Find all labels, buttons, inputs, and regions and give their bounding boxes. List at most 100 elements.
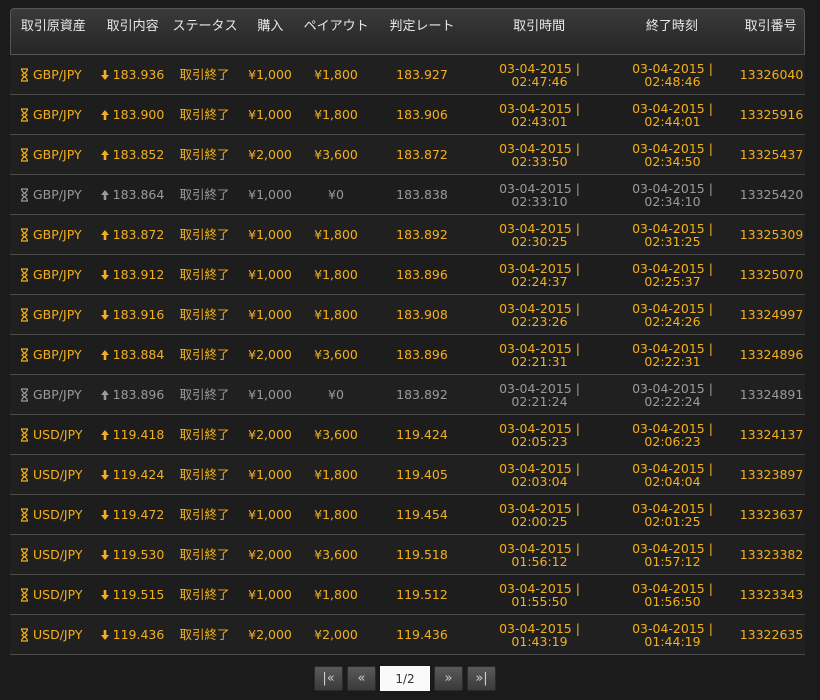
trade-rate: 183.900 (112, 107, 165, 122)
buy-cell: ¥1,000 (248, 227, 292, 242)
table-row[interactable]: GBP/JPY 183.864 取引終了 ¥1,000 ¥0 183.838 03-04-2… (10, 175, 805, 215)
first-page-button[interactable]: |« (314, 666, 343, 691)
trade-rate: 183.852 (112, 147, 165, 162)
asset-cell: USD/JPY (10, 455, 95, 494)
trade-time-cell: 03-04-2015 | 02:33:10 (472, 175, 607, 214)
table-row[interactable]: GBP/JPY 183.896 取引終了 ¥1,000 ¥0 183.892 03-04-2… (10, 375, 805, 415)
table-row[interactable]: GBP/JPY 183.936 取引終了 ¥1,000 ¥1,800 183.927 03-… (10, 55, 805, 95)
table-row[interactable]: GBP/JPY 183.884 取引終了 ¥2,000 ¥3,600 183.896 03-… (10, 335, 805, 375)
status-cell: 取引終了 (179, 267, 230, 282)
header-payout: ペイアウト (303, 19, 369, 34)
end-date: 03-04-2015 | (632, 300, 713, 316)
next-page-button[interactable]: » (434, 666, 463, 691)
prev-page-icon: « (357, 671, 366, 686)
trade-time-cell: 03-04-2015 | 02:23:26 (472, 295, 607, 334)
end-time-cell: 03-04-2015 | 02:34:50 (607, 135, 738, 174)
trade-date: 03-04-2015 | (499, 540, 580, 556)
trade-time-cell: 03-04-2015 | 02:03:04 (472, 455, 607, 494)
hourglass-icon (20, 107, 29, 122)
trade-date: 03-04-2015 | (499, 260, 580, 276)
hourglass-icon (20, 307, 29, 322)
table-row[interactable]: USD/JPY 119.424 取引終了 ¥1,000 ¥1,800 119.405 03-… (10, 455, 805, 495)
trade-date: 03-04-2015 | (499, 500, 580, 516)
prev-page-button[interactable]: « (347, 666, 376, 691)
status-cell: 取引終了 (179, 507, 230, 522)
end-clock: 02:22:31 (644, 353, 701, 369)
table-row[interactable]: GBP/JPY 183.916 取引終了 ¥1,000 ¥1,800 183.908 03-… (10, 295, 805, 335)
status-cell: 取引終了 (179, 547, 230, 562)
judge-rate-cell: 119.454 (396, 507, 448, 522)
table-row[interactable]: USD/JPY 119.530 取引終了 ¥2,000 ¥3,600 119.518 03-… (10, 535, 805, 575)
next-page-icon: » (444, 671, 453, 686)
asset-name: GBP/JPY (33, 107, 82, 122)
hourglass-icon (20, 427, 29, 442)
page-indicator: 1/2 (380, 666, 430, 691)
trade-time-cell: 03-04-2015 | 02:33:50 (472, 135, 607, 174)
arrow-up-icon (100, 349, 110, 361)
buy-cell: ¥1,000 (248, 267, 292, 282)
status-cell: 取引終了 (179, 307, 230, 322)
trade-rate: 119.418 (112, 427, 165, 442)
asset-cell: USD/JPY (10, 415, 95, 454)
judge-rate-cell: 183.838 (396, 187, 448, 202)
asset-cell: GBP/JPY (10, 295, 95, 334)
trade-cell: 183.884 (95, 335, 169, 374)
end-time-cell: 03-04-2015 | 02:06:23 (607, 415, 738, 454)
trade-time-cell: 03-04-2015 | 02:05:23 (472, 415, 607, 454)
table-row[interactable]: USD/JPY 119.436 取引終了 ¥2,000 ¥2,000 119.436 03-… (10, 615, 805, 655)
end-clock: 02:48:46 (644, 73, 701, 89)
end-time-cell: 03-04-2015 | 02:34:10 (607, 175, 738, 214)
hourglass-icon (20, 547, 29, 562)
trade-cell: 119.436 (95, 615, 169, 654)
trade-time-cell: 03-04-2015 | 01:43:19 (472, 615, 607, 654)
last-page-button[interactable]: »| (467, 666, 496, 691)
end-time-cell: 03-04-2015 | 02:31:25 (607, 215, 738, 254)
end-date: 03-04-2015 | (632, 540, 713, 556)
header-end-time: 終了時刻 (645, 19, 698, 34)
payout-cell: ¥2,000 (314, 627, 358, 642)
table-row[interactable]: USD/JPY 119.515 取引終了 ¥1,000 ¥1,800 119.512 03-… (10, 575, 805, 615)
trade-time-cell: 03-04-2015 | 02:43:01 (472, 95, 607, 134)
payout-cell: ¥3,600 (314, 427, 358, 442)
table-row[interactable]: GBP/JPY 183.912 取引終了 ¥1,000 ¥1,800 183.896 03-… (10, 255, 805, 295)
trade-id-cell: 13326040 (739, 67, 804, 82)
table-row[interactable]: GBP/JPY 183.852 取引終了 ¥2,000 ¥3,600 183.872 03-… (10, 135, 805, 175)
trade-clock: 02:33:10 (511, 193, 568, 209)
table-row[interactable]: GBP/JPY 183.900 取引終了 ¥1,000 ¥1,800 183.906 03-… (10, 95, 805, 135)
end-clock: 02:34:10 (644, 193, 701, 209)
arrow-up-icon (100, 189, 110, 201)
end-clock: 01:57:12 (644, 553, 701, 569)
table-row[interactable]: GBP/JPY 183.872 取引終了 ¥1,000 ¥1,800 183.892 03-… (10, 215, 805, 255)
judge-rate-cell: 183.927 (396, 67, 448, 82)
end-time-cell: 03-04-2015 | 02:25:37 (607, 255, 738, 294)
arrow-up-icon (100, 149, 110, 161)
end-time-cell: 03-04-2015 | 02:48:46 (607, 55, 738, 94)
trade-id-cell: 13325437 (739, 147, 804, 162)
asset-name: USD/JPY (33, 547, 83, 562)
last-page-icon: »| (475, 671, 488, 686)
trade-clock: 02:23:26 (511, 313, 568, 329)
history-table: 取引原資産 取引内容 ステータス 購入 ペイアウト 判定レート 取引時間 終了時… (10, 8, 805, 655)
trade-date: 03-04-2015 | (499, 460, 580, 476)
arrow-down-icon (100, 509, 110, 521)
table-body: GBP/JPY 183.936 取引終了 ¥1,000 ¥1,800 183.927 03-… (10, 55, 805, 655)
payout-cell: ¥1,800 (314, 227, 358, 242)
buy-cell: ¥1,000 (248, 307, 292, 322)
end-clock: 02:25:37 (644, 273, 701, 289)
payout-cell: ¥3,600 (314, 347, 358, 362)
trade-id-cell: 13322635 (739, 627, 804, 642)
trade-rate: 119.436 (112, 627, 165, 642)
payout-cell: ¥3,600 (314, 547, 358, 562)
asset-name: GBP/JPY (33, 347, 82, 362)
asset-cell: GBP/JPY (10, 335, 95, 374)
table-row[interactable]: USD/JPY 119.418 取引終了 ¥2,000 ¥3,600 119.424 03-… (10, 415, 805, 455)
arrow-down-icon (100, 629, 110, 641)
trade-id-cell: 13323343 (739, 587, 804, 602)
trade-cell: 183.864 (95, 175, 169, 214)
table-row[interactable]: USD/JPY 119.472 取引終了 ¥1,000 ¥1,800 119.454 03-… (10, 495, 805, 535)
trade-date: 03-04-2015 | (499, 420, 580, 436)
hourglass-icon (20, 587, 29, 602)
buy-cell: ¥2,000 (248, 347, 292, 362)
trade-id-cell: 13324896 (739, 347, 804, 362)
end-time-cell: 03-04-2015 | 01:57:12 (607, 535, 738, 574)
